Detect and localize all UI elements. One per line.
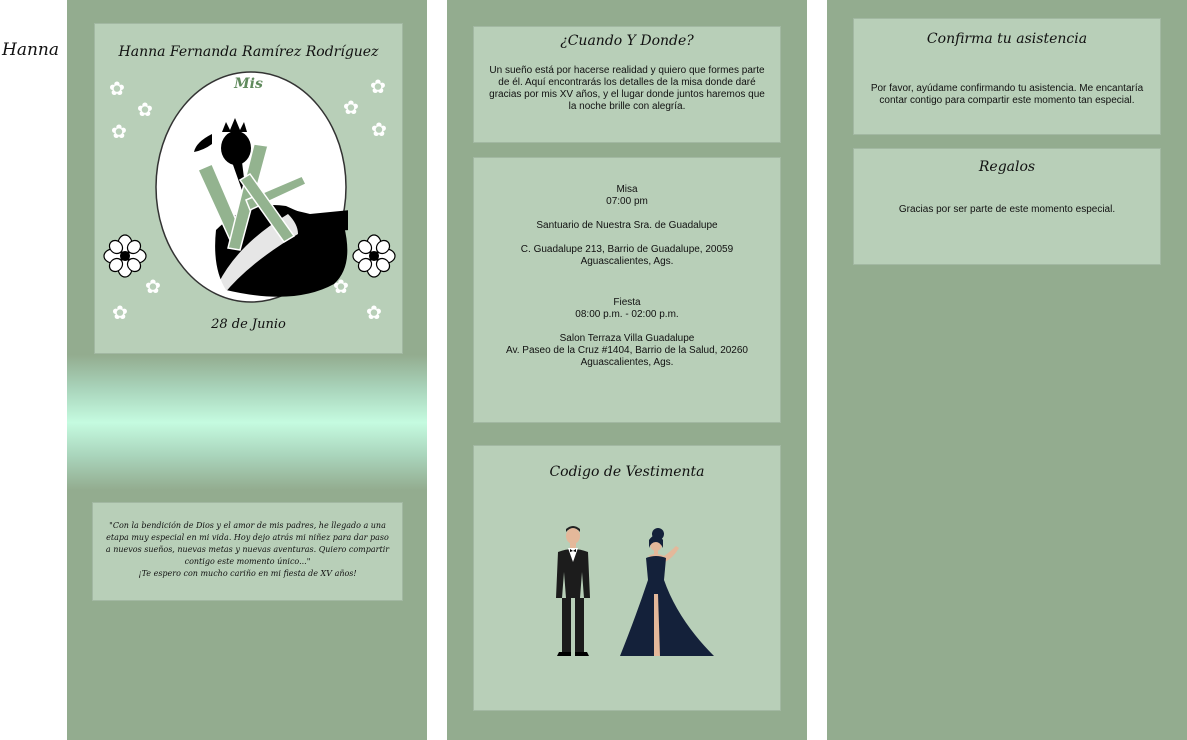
glow-band: [67, 355, 427, 490]
mass-venue: Santuario de Nuestra Sra. de Guadalupe: [536, 220, 718, 231]
party-time: 08:00 p.m. - 02:00 p.m.: [575, 309, 679, 320]
large-flower-icon: [352, 234, 396, 278]
invitation-panel-cover: Hanna Fernanda Ramírez Rodríguez ✿ ✿ ✿ ✿…: [67, 0, 427, 740]
large-flower-icon: [103, 234, 147, 278]
when-where-title: ¿Cuando Y Donde?: [560, 33, 694, 49]
mass-label: Misa: [616, 184, 638, 195]
mass-address-line2: Aguascalientes, Ags.: [580, 256, 674, 267]
celebrant-name: Hanna Fernanda Ramírez Rodríguez: [118, 44, 379, 60]
flower-icon: ✿: [111, 122, 127, 143]
invitation-panel-rsvp: Confirma tu asistencia Por favor, ayúdam…: [827, 0, 1187, 740]
party-address-line1: Av. Paseo de la Cruz #1404, Barrio de la…: [505, 345, 748, 356]
when-where-text: Un sueño está por hacerse realidad y qui…: [489, 65, 765, 112]
quinceanera-portrait: [155, 71, 348, 303]
mass-time: 07:00 pm: [606, 196, 648, 207]
gifts-card: Regalos Gracias por ser parte de este mo…: [853, 148, 1161, 265]
dress-code-illustration: [556, 526, 714, 656]
party-address-line2: Aguascalientes, Ags.: [580, 357, 674, 368]
rsvp-text: Por favor, ayúdame confirmando tu asiste…: [870, 83, 1144, 106]
party-label: Fiesta: [613, 297, 641, 308]
side-name-label: Hanna: [2, 40, 59, 60]
gifts-title: Regalos: [978, 159, 1036, 175]
dress-code-title: Codigo de Vestimenta: [549, 464, 705, 480]
event-date: 28 de Junio: [211, 317, 286, 332]
gifts-text: Gracias por ser parte de este momento es…: [898, 204, 1116, 215]
quote-card: "Con la bendición de Dios y el amor de m…: [92, 502, 403, 601]
quote-closing: ¡Te espero con mucho cariño en mi fiesta…: [138, 569, 357, 578]
when-where-card: ¿Cuando Y Donde? Un sueño está por hacer…: [473, 26, 781, 143]
quote-text: "Con la bendición de Dios y el amor de m…: [105, 521, 390, 566]
monogram-word: Mis: [234, 76, 263, 92]
flower-icon: ✿: [371, 120, 387, 141]
mass-address-line1: C. Guadalupe 213, Barrio de Guadalupe, 2…: [520, 244, 734, 255]
dress-code-card: Codigo de Vestimenta: [473, 445, 781, 711]
flower-icon: ✿: [137, 100, 153, 121]
rsvp-title: Confirma tu asistencia: [926, 31, 1088, 47]
rsvp-card: Confirma tu asistencia Por favor, ayúdam…: [853, 18, 1161, 135]
woman-figure: [620, 528, 714, 656]
man-figure: [556, 526, 590, 656]
invitation-panel-details: ¿Cuando Y Donde? Un sueño está por hacer…: [447, 0, 807, 740]
events-card: Misa 07:00 pm Santuario de Nuestra Sra. …: [473, 157, 781, 423]
party-venue: Salon Terraza Villa Guadalupe: [559, 333, 695, 344]
cover-card: Hanna Fernanda Ramírez Rodríguez ✿ ✿ ✿ ✿…: [94, 23, 403, 354]
